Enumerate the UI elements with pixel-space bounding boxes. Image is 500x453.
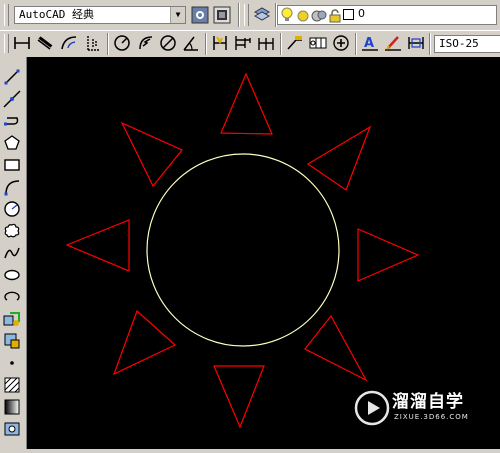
triangle-top-right xyxy=(306,125,372,191)
linear-dimension-icon[interactable] xyxy=(12,33,32,53)
triangle-bottom-right xyxy=(304,314,368,382)
play-logo-icon xyxy=(354,390,390,426)
watermark-subtitle: ZIXUE.3D66.COM xyxy=(394,413,469,421)
center-mark-icon[interactable] xyxy=(331,33,351,53)
dimension-update-icon[interactable] xyxy=(406,33,426,53)
dimension-style-dropdown[interactable]: ISO-25 xyxy=(434,35,500,53)
workspace-dropdown[interactable]: AutoCAD 经典 ▼ xyxy=(14,6,186,24)
layer-manager-icon[interactable] xyxy=(252,5,272,25)
separator xyxy=(205,33,207,55)
color-swatch-icon xyxy=(343,9,354,20)
region-icon[interactable] xyxy=(2,419,22,439)
layer-name: 0 xyxy=(358,7,365,20)
dimension-edit-icon[interactable]: A xyxy=(360,33,380,53)
insert-block-icon[interactable] xyxy=(2,309,22,329)
ellipse-icon[interactable] xyxy=(2,265,22,285)
toolbar-grip[interactable] xyxy=(4,34,9,53)
workspace-value: AutoCAD 经典 xyxy=(19,8,94,21)
dimension-style-value: ISO-25 xyxy=(439,37,479,50)
workspace-layer-toolbar: AutoCAD 经典 ▼ 0 xyxy=(0,0,500,31)
separator xyxy=(107,33,109,55)
triangle-left xyxy=(65,219,130,272)
quick-leader-icon[interactable] xyxy=(285,33,305,53)
chevron-down-icon[interactable]: ▼ xyxy=(170,7,185,23)
polygon-icon[interactable] xyxy=(2,133,22,153)
ordinate-icon[interactable] xyxy=(83,33,103,53)
baseline-icon[interactable] xyxy=(233,33,253,53)
polyline-icon[interactable] xyxy=(2,111,22,131)
circle-icon[interactable] xyxy=(2,199,22,219)
watermark: 溜溜自学 ZIXUE.3D66.COM xyxy=(350,380,472,436)
angular-icon[interactable] xyxy=(181,33,201,53)
revision-cloud-icon[interactable] xyxy=(2,221,22,241)
aligned-dimension-icon[interactable] xyxy=(35,33,55,53)
svg-text:A: A xyxy=(364,36,374,51)
arc-length-icon[interactable] xyxy=(59,33,79,53)
watermark-title: 溜溜自学 xyxy=(392,392,464,412)
toolbar-grip[interactable] xyxy=(4,4,9,26)
radius-icon[interactable] xyxy=(112,33,132,53)
jogged-icon[interactable] xyxy=(136,33,156,53)
triangle-top xyxy=(220,72,273,135)
dimension-text-edit-icon[interactable] xyxy=(383,33,403,53)
spline-icon[interactable] xyxy=(2,243,22,263)
toolbar-grip[interactable] xyxy=(244,4,249,26)
sun-icon[interactable] xyxy=(296,8,310,27)
triangle-bottom-left xyxy=(112,309,177,376)
make-block-icon[interactable] xyxy=(2,331,22,351)
workspace-settings-icon[interactable] xyxy=(190,5,210,25)
customize-icon[interactable] xyxy=(212,5,232,25)
tolerance-icon[interactable] xyxy=(308,33,328,53)
ellipse-arc-icon[interactable] xyxy=(2,287,22,307)
construction-line-icon[interactable] xyxy=(2,89,22,109)
separator xyxy=(429,33,431,55)
separator xyxy=(238,3,240,27)
point-icon[interactable] xyxy=(2,353,22,373)
center-circle xyxy=(146,153,340,347)
dimension-toolbar: A ISO-25 xyxy=(0,30,500,58)
continue-icon[interactable] xyxy=(256,33,276,53)
triangle-bottom xyxy=(213,365,265,429)
gradient-icon[interactable] xyxy=(2,397,22,417)
triangle-top-left xyxy=(120,121,183,188)
diameter-icon[interactable] xyxy=(158,33,178,53)
lock-icon[interactable] xyxy=(328,8,342,27)
arc-icon[interactable] xyxy=(2,177,22,197)
separator xyxy=(280,33,282,55)
layer-dropdown[interactable]: 0 xyxy=(277,5,497,25)
lightbulb-icon[interactable] xyxy=(280,7,294,27)
triangle-right xyxy=(357,228,420,282)
separator xyxy=(355,33,357,55)
line-icon[interactable] xyxy=(2,67,22,87)
freeze-icon[interactable] xyxy=(311,8,327,27)
rectangle-icon[interactable] xyxy=(2,155,22,175)
draw-toolbar xyxy=(0,57,27,449)
quick-dimension-icon[interactable] xyxy=(210,33,230,53)
hatch-icon[interactable] xyxy=(2,375,22,395)
